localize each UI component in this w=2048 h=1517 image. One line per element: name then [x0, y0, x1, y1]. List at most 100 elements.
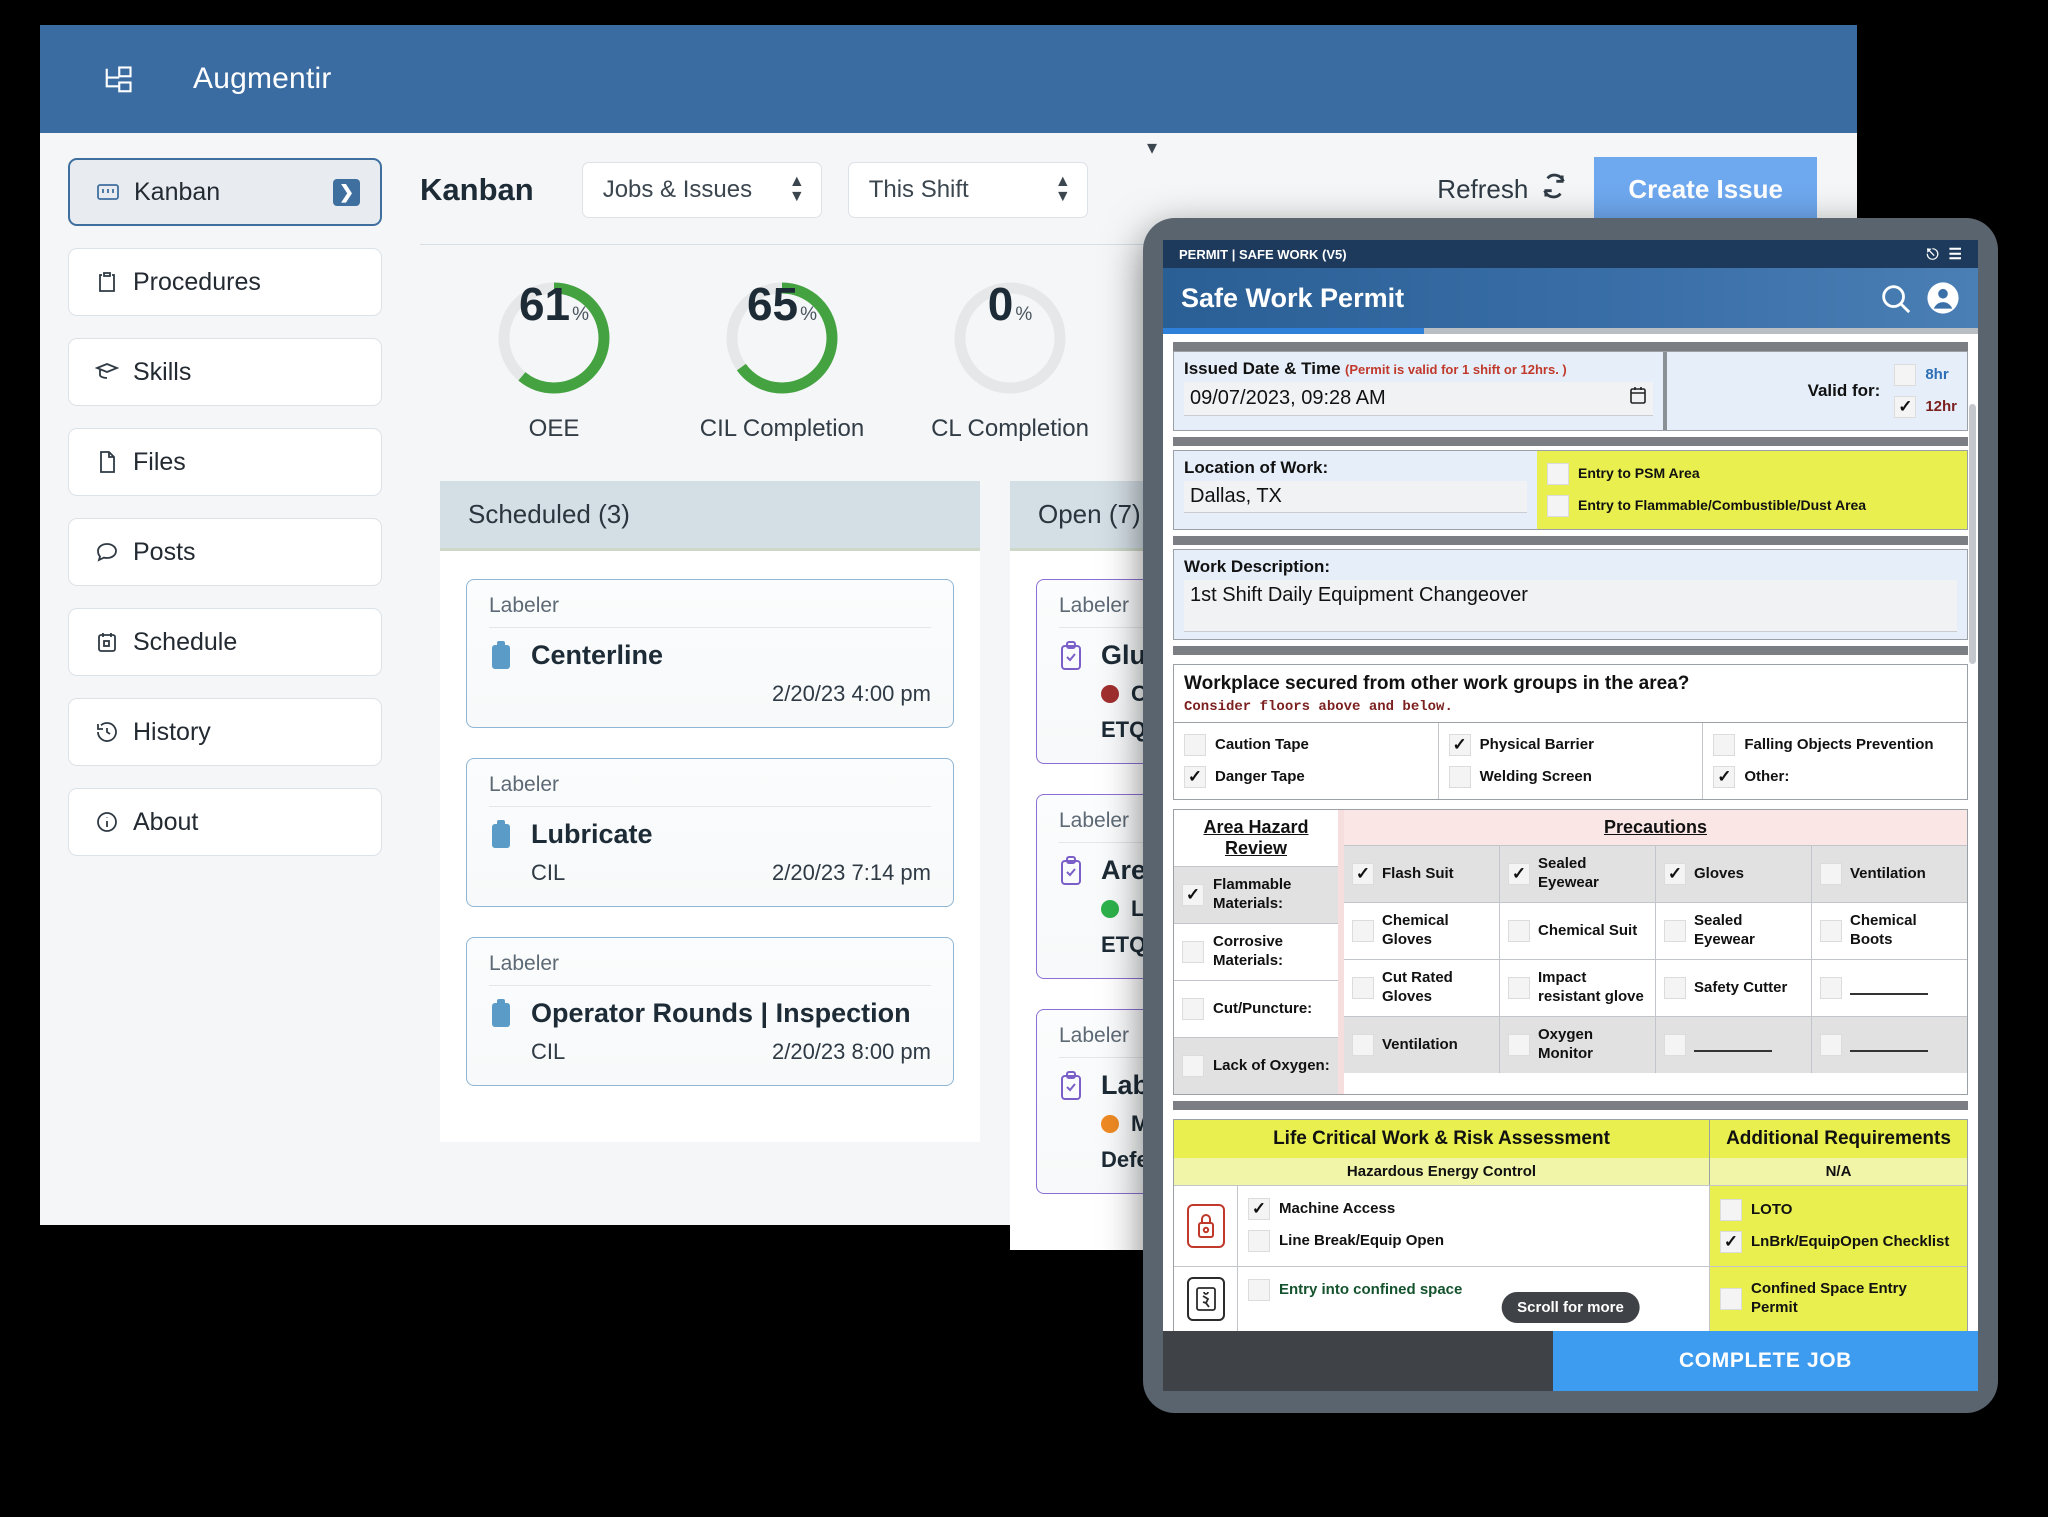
precaution-cell-blank[interactable]: [1656, 1017, 1812, 1073]
checkbox-icon[interactable]: [1664, 977, 1686, 999]
sidebar-expand-chevron-icon[interactable]: ❯: [333, 178, 360, 206]
secured-falling-objects-row[interactable]: Falling Objects Prevention: [1713, 729, 1957, 761]
checkbox-icon[interactable]: [1664, 920, 1686, 942]
precaution-cell[interactable]: ✓ Gloves: [1656, 846, 1812, 902]
refresh-button[interactable]: Refresh: [1437, 172, 1568, 207]
checkbox-icon[interactable]: [1820, 863, 1842, 885]
checkbox-icon[interactable]: [1820, 977, 1842, 999]
write-in-line[interactable]: [1694, 1038, 1772, 1052]
checkbox-checked-icon[interactable]: ✓: [1664, 863, 1686, 885]
sidebar-item-posts[interactable]: Posts: [68, 518, 382, 586]
hazard-flammable-row[interactable]: ✓ Flammable Materials:: [1174, 867, 1338, 923]
checkbox-icon[interactable]: [1820, 920, 1842, 942]
valid-for-option-12hr[interactable]: ✓ 12hr: [1894, 391, 1957, 423]
filter-shift-select[interactable]: This Shift ▲ ▼: [847, 161, 1088, 218]
write-in-line[interactable]: [1850, 981, 1928, 995]
precaution-cell[interactable]: Cut Rated Gloves: [1344, 960, 1500, 1016]
checkbox-checked-icon[interactable]: ✓: [1184, 766, 1206, 788]
checkbox-icon[interactable]: [1720, 1287, 1742, 1310]
account-circle-icon[interactable]: [1926, 281, 1960, 315]
complete-job-button[interactable]: COMPLETE JOB: [1553, 1331, 1978, 1391]
entry-psm-row[interactable]: Entry to PSM Area: [1547, 458, 1957, 490]
kanban-card[interactable]: Labeler Operator Rounds | Inspection CIL: [466, 937, 954, 1086]
precaution-cell[interactable]: Chemical Gloves: [1344, 903, 1500, 959]
checkbox-icon[interactable]: [1720, 1199, 1742, 1221]
precaution-cell[interactable]: ✓ Sealed Eyewear: [1500, 846, 1656, 902]
checkbox-icon[interactable]: [1894, 364, 1917, 386]
search-icon[interactable]: [1878, 281, 1912, 315]
hierarchy-icon[interactable]: [103, 65, 133, 93]
precaution-cell[interactable]: Ventilation: [1344, 1017, 1500, 1073]
checkbox-icon[interactable]: [1248, 1230, 1270, 1252]
checkbox-icon[interactable]: [1508, 920, 1530, 942]
precaution-cell[interactable]: Oxygen Monitor: [1500, 1017, 1656, 1073]
add-confined-space-permit-row[interactable]: Confined Space Entry Permit: [1720, 1275, 1957, 1323]
precaution-cell-blank[interactable]: [1812, 960, 1967, 1016]
checkbox-icon[interactable]: [1713, 734, 1736, 756]
checkbox-icon[interactable]: [1182, 941, 1204, 963]
checkbox-checked-icon[interactable]: ✓: [1894, 396, 1917, 418]
precaution-cell[interactable]: Chemical Boots: [1812, 903, 1967, 959]
checkbox-icon[interactable]: [1352, 977, 1374, 999]
checkbox-icon[interactable]: [1352, 920, 1374, 942]
lc-line-break-row[interactable]: Line Break/Equip Open: [1248, 1225, 1699, 1257]
hazard-corrosive-row[interactable]: Corrosive Materials:: [1174, 924, 1338, 980]
checkbox-icon[interactable]: [1248, 1279, 1270, 1301]
precaution-cell[interactable]: Safety Cutter: [1656, 960, 1812, 1016]
precaution-cell[interactable]: Chemical Suit: [1500, 903, 1656, 959]
lc-machine-access-row[interactable]: ✓ Machine Access: [1248, 1193, 1699, 1225]
checkbox-icon[interactable]: [1664, 1034, 1686, 1056]
checkbox-icon[interactable]: [1508, 977, 1530, 999]
collapse-caret-icon[interactable]: ▾: [1147, 135, 1157, 160]
add-lnbrk-row[interactable]: ✓ LnBrk/EquipOpen Checklist: [1720, 1226, 1957, 1258]
hazard-oxygen-row[interactable]: Lack of Oxygen:: [1174, 1038, 1338, 1094]
work-description-input[interactable]: 1st Shift Daily Equipment Changeover: [1184, 580, 1957, 632]
checkbox-checked-icon[interactable]: ✓: [1248, 1198, 1270, 1220]
secured-danger-tape-row[interactable]: ✓ Danger Tape: [1184, 761, 1428, 793]
checkbox-icon[interactable]: [1352, 1034, 1374, 1056]
precaution-cell[interactable]: Impact resistant glove: [1500, 960, 1656, 1016]
checkbox-icon[interactable]: [1547, 463, 1569, 485]
secured-other-row[interactable]: ✓ Other:: [1713, 761, 1957, 793]
location-input[interactable]: Dallas, TX: [1184, 481, 1527, 513]
checkbox-icon[interactable]: [1547, 495, 1569, 517]
sidebar-item-history[interactable]: History: [68, 698, 382, 766]
create-issue-button[interactable]: Create Issue: [1594, 157, 1817, 222]
checkbox-checked-icon[interactable]: ✓: [1720, 1231, 1742, 1253]
checkbox-checked-icon[interactable]: ✓: [1448, 734, 1471, 756]
checkbox-checked-icon[interactable]: ✓: [1713, 766, 1736, 788]
precaution-cell-blank[interactable]: [1812, 1017, 1967, 1073]
sidebar-item-procedures[interactable]: Procedures: [68, 248, 382, 316]
precaution-cell[interactable]: Ventilation: [1812, 846, 1967, 902]
vertical-scrollbar[interactable]: [1969, 404, 1976, 664]
secured-welding-screen-row[interactable]: Welding Screen: [1448, 761, 1693, 793]
checkbox-icon[interactable]: [1182, 1055, 1204, 1077]
hazard-cut-row[interactable]: Cut/Puncture:: [1174, 981, 1338, 1037]
checkbox-checked-icon[interactable]: ✓: [1182, 884, 1204, 906]
sidebar-item-kanban[interactable]: Kanban ❯: [68, 158, 382, 226]
add-loto-row[interactable]: LOTO: [1720, 1194, 1957, 1226]
precaution-cell[interactable]: ✓ Flash Suit: [1344, 846, 1500, 902]
checkbox-icon[interactable]: [1448, 766, 1471, 788]
checkbox-icon[interactable]: [1508, 1034, 1530, 1056]
filter-type-select[interactable]: Jobs & Issues ▲ ▼: [581, 161, 822, 218]
sidebar-item-schedule[interactable]: Schedule: [68, 608, 382, 676]
valid-for-option-8hr[interactable]: 8hr: [1894, 359, 1957, 391]
checkbox-icon[interactable]: [1820, 1034, 1842, 1056]
checkbox-checked-icon[interactable]: ✓: [1508, 863, 1530, 885]
secured-caution-tape-row[interactable]: Caution Tape: [1184, 729, 1428, 761]
issued-datetime-input[interactable]: 09/07/2023, 09:28 AM: [1184, 382, 1653, 416]
checkbox-icon[interactable]: [1184, 734, 1206, 756]
sidebar-item-about[interactable]: About: [68, 788, 382, 856]
kanban-card[interactable]: Labeler Lubricate CIL 2/20/23 7:14 pm: [466, 758, 954, 907]
sidebar-item-skills[interactable]: Skills: [68, 338, 382, 406]
calendar-picker-icon[interactable]: [1629, 386, 1647, 411]
entry-flammable-row[interactable]: Entry to Flammable/Combustible/Dust Area: [1547, 490, 1957, 522]
precaution-cell[interactable]: Sealed Eyewear: [1656, 903, 1812, 959]
sidebar-item-files[interactable]: Files: [68, 428, 382, 496]
checkbox-icon[interactable]: [1182, 998, 1204, 1020]
write-in-line[interactable]: [1850, 1038, 1928, 1052]
checkbox-checked-icon[interactable]: ✓: [1352, 863, 1374, 885]
secured-physical-barrier-row[interactable]: ✓ Physical Barrier: [1448, 729, 1693, 761]
kanban-card[interactable]: Labeler Centerline 2/20/23 4:00 pm: [466, 579, 954, 728]
